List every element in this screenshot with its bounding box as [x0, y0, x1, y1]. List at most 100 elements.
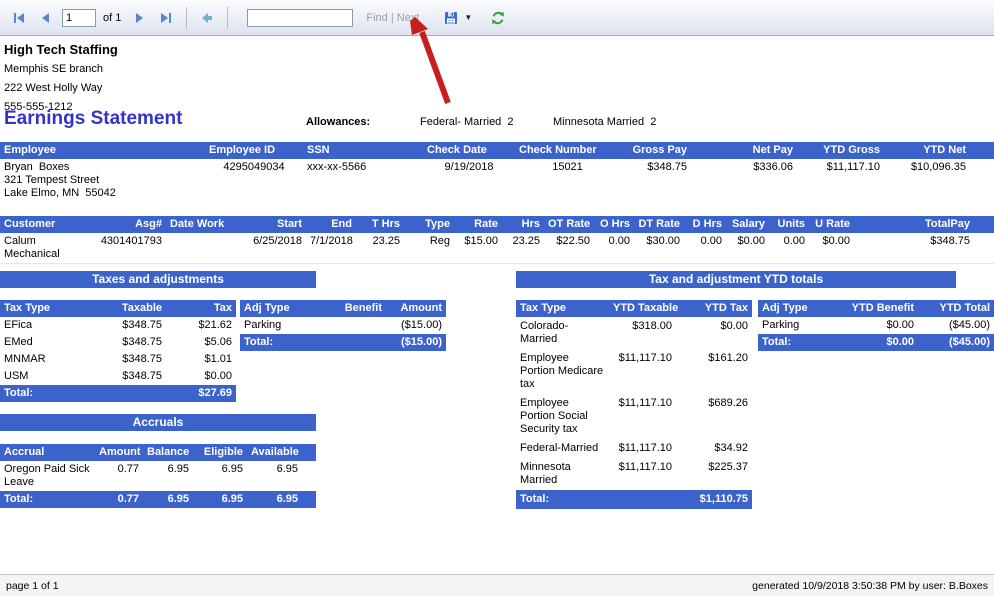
ytd-tax-table: Tax Type YTD Taxable YTD Tax Colorado-Ma… [516, 300, 752, 509]
ytd-taxable: $11,117.10 [618, 461, 672, 473]
employee-data-row: Bryan Boxes 321 Tempest Street Lake Elmo… [0, 159, 994, 202]
ytd-adj-header-row: Adj Type YTD Benefit YTD Total [758, 300, 994, 317]
adj-type: Parking [244, 319, 282, 331]
footer-generated-text: generated 10/9/2018 3:50:38 PM by user: … [752, 579, 988, 592]
toolbar-separator [227, 6, 229, 29]
header-cell: YTD Tax [676, 300, 752, 317]
total-label: Total: [240, 334, 386, 351]
section-title: Accruals [0, 414, 316, 431]
header-cell: Employee [0, 142, 205, 159]
page-number-input[interactable] [62, 8, 96, 27]
total-eligible: 6.95 [193, 491, 247, 508]
adj-type: Parking [762, 319, 800, 331]
tax-row: EMed $348.75 $5.06 [0, 334, 236, 351]
next-page-icon [136, 12, 144, 23]
refresh-button[interactable] [487, 7, 509, 29]
total-value: ($15.00) [386, 334, 446, 351]
header-cell: Adj Type [758, 300, 838, 317]
header-cell: U Rate [809, 216, 854, 233]
header-cell: YTD Taxable [609, 300, 678, 317]
find-next-links: Find | Next [366, 12, 419, 24]
export-dropdown-caret-icon[interactable]: ▼ [464, 13, 472, 22]
assignment-header-row: Customer Asg# Date Work Start End T Hrs … [0, 216, 994, 233]
ot-rate-value: $22.50 [544, 233, 594, 264]
unit-rate-value: $0.00 [809, 233, 854, 264]
ytd-tax: $34.92 [714, 442, 748, 454]
total-amount: 0.77 [95, 491, 143, 508]
header-cell: Tax Type [0, 300, 80, 317]
total-value: ($45.00) [918, 334, 994, 351]
report-footer: page 1 of 1 generated 10/9/2018 3:50:38 … [0, 574, 994, 596]
header-cell: Adj Type [240, 300, 320, 317]
ytd-tax-header-row: Tax Type YTD Taxable YTD Tax [516, 300, 752, 317]
header-cell: T Hrs [356, 216, 404, 233]
toolbar-separator [186, 6, 188, 29]
tax-type: Minnesota Married [520, 461, 571, 486]
header-cell: Available [247, 444, 316, 461]
tax-type: Colorado-Married [520, 320, 569, 345]
adj-header-row: Adj Type Benefit Amount [240, 300, 446, 317]
next-page-button[interactable] [128, 7, 150, 29]
accruals-table: Accrual Amount Balance Eligible Availabl… [0, 444, 316, 508]
accrual-eligible: 6.95 [221, 463, 243, 475]
ytd-tax: $0.00 [720, 320, 748, 332]
ytd-tax-total-row: Total: $1,110.75 [516, 490, 752, 509]
ytd-adj-total-row: Total: $0.00 ($45.00) [758, 334, 994, 351]
tax-row: EFica $348.75 $21.62 [0, 317, 236, 334]
tax-table: Tax Type Taxable Tax EFica $348.75 $21.6… [0, 300, 236, 402]
allowances-label: Allowances: [306, 116, 371, 128]
back-to-parent-report-button[interactable] [196, 7, 218, 29]
ytd-adjustments-table: Adj Type YTD Benefit YTD Total Parking $… [758, 300, 994, 351]
total-benefit: $0.00 [838, 334, 918, 351]
tax: $21.62 [198, 319, 232, 331]
find-link[interactable]: Find [366, 12, 387, 24]
accrual-total-row: Total: 0.77 6.95 6.95 6.95 [0, 491, 316, 508]
taxable: $348.75 [122, 319, 162, 331]
accrual-amount: 0.77 [117, 463, 139, 475]
accrual-name: Oregon Paid Sick Leave [4, 463, 90, 488]
ytd-tax-row: Employee Portion Medicare tax $11,117.10… [516, 349, 752, 394]
header-cell: Employee ID [205, 142, 303, 159]
last-page-button[interactable] [155, 7, 177, 29]
header-cell: Type [404, 216, 454, 233]
employee-id-value: 4295049034 [223, 161, 285, 173]
page-title: Earnings Statement [4, 108, 183, 129]
header-cell: Taxable [80, 300, 166, 317]
tax: $1.01 [204, 353, 232, 365]
asg-number-value: 4301401793 [95, 233, 166, 264]
tax-type: Employee Portion Medicare tax [520, 352, 604, 390]
total-label: Total: [516, 490, 676, 509]
header-cell: Net Pay [691, 142, 797, 159]
ytd-tax-row: Federal-Married $11,117.10 $34.92 [516, 439, 752, 458]
tax-type: EMed [4, 336, 33, 348]
page-count-label: of 1 [103, 11, 122, 24]
report-viewer-toolbar: of 1 Find | Next ▼ [0, 0, 994, 36]
find-next-link[interactable]: Next [397, 12, 420, 24]
header-cell: Salary [726, 216, 769, 233]
section-title: Tax and adjustment YTD totals [516, 271, 956, 288]
adjustments-table: Adj Type Benefit Amount Parking ($15.00)… [240, 300, 446, 351]
employee-address-line1: 321 Tempest Street [4, 174, 100, 186]
header-cell: Tax Type [516, 300, 609, 317]
export-save-button[interactable] [440, 7, 462, 29]
tax-type: USM [4, 370, 29, 382]
check-number-value: 15021 [552, 161, 583, 173]
accrual-balance: 6.95 [167, 463, 189, 475]
tax: $5.06 [204, 336, 232, 348]
taxes-adjustments-section: Taxes and adjustments Tax Type Taxable T… [0, 271, 446, 402]
previous-page-button[interactable] [35, 7, 57, 29]
first-page-button[interactable] [8, 7, 30, 29]
ytd-taxable: $11,117.10 [618, 397, 672, 409]
ssn-value: xxx-xx-5566 [307, 161, 367, 173]
adj-row: Parking ($15.00) [240, 317, 446, 334]
federal-allowance: Federal- Married 2 [420, 116, 514, 128]
check-date-value: 9/19/2018 [444, 161, 494, 173]
company-address: 222 West Holly Way [4, 82, 103, 94]
pay-type-value: Reg [404, 233, 454, 264]
ytd-tax-row: Colorado-Married $318.00 $0.00 [516, 317, 752, 349]
ytd-tax: $161.20 [708, 352, 748, 364]
accrual-header-row: Accrual Amount Balance Eligible Availabl… [0, 444, 316, 461]
tax-row: USM $348.75 $0.00 [0, 368, 236, 385]
back-arrow-icon [202, 12, 213, 23]
search-input[interactable] [247, 8, 354, 27]
